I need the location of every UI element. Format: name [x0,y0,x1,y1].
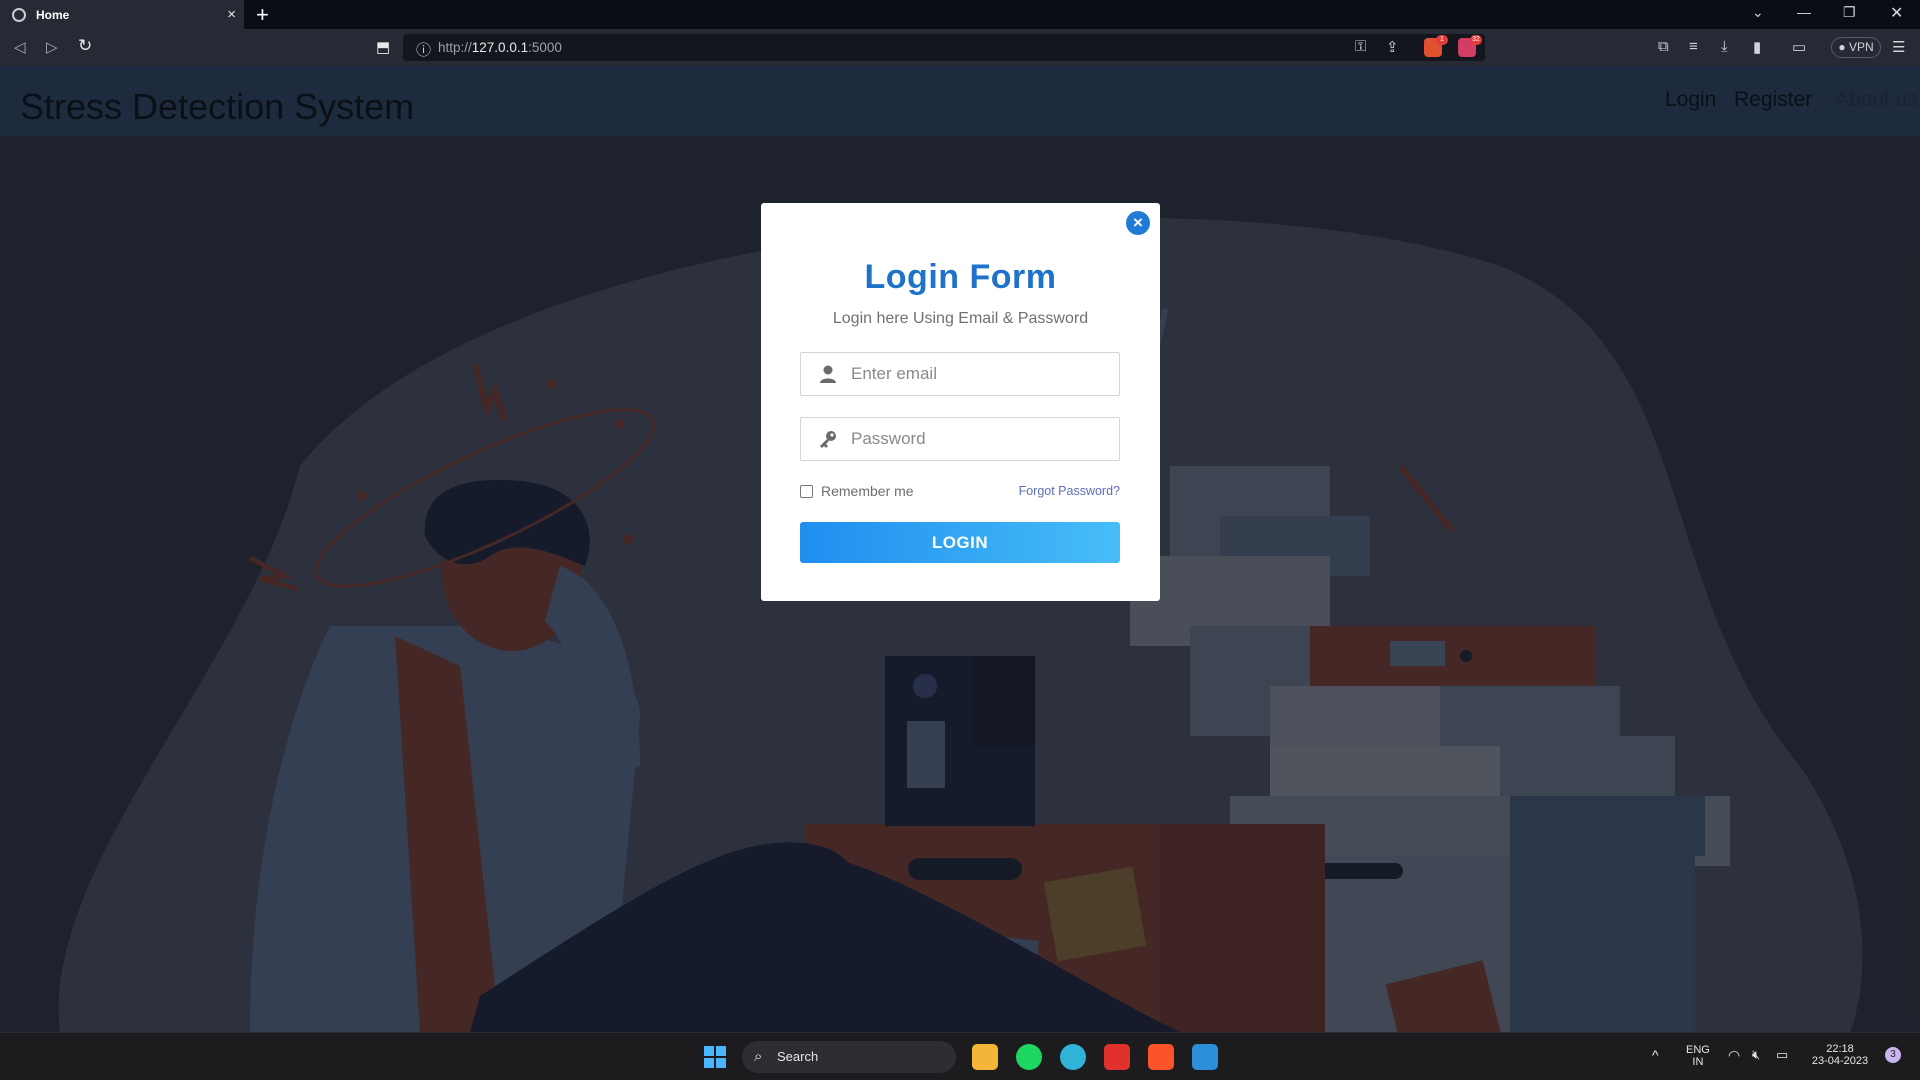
email-input[interactable] [851,361,1111,387]
minimize-icon[interactable]: — [1797,4,1811,20]
bookmark-icon[interactable]: ⬒ [376,38,390,56]
menu-icon[interactable]: ☰ [1892,38,1905,56]
login-form-title: Login Form [864,258,1057,296]
shields-badge: 1 [1436,35,1448,45]
extension-icon[interactable]: ⧉ [1658,38,1669,55]
edge-icon[interactable] [1060,1044,1086,1070]
wifi-icon[interactable]: ◠ [1728,1047,1740,1064]
password-input[interactable] [851,426,1111,452]
search-label: Search [777,1049,819,1064]
site-navbar: Stress Detection System Login Register A… [0,66,1920,136]
user-icon [820,365,836,383]
notification-badge[interactable]: 3 [1885,1047,1901,1063]
clock[interactable]: 22:18 23-04-2023 [1808,1043,1872,1067]
new-tab-button[interactable]: + [256,2,269,28]
windows-start-icon[interactable] [704,1046,726,1068]
taskbar: ⌕ Search ^ ENG IN ◠ 🔇︎ ▭ 22:18 23-04-2023 … [0,1032,1920,1080]
back-icon[interactable]: ◁ [14,38,26,56]
language-indicator[interactable]: ENG IN [1686,1044,1710,1068]
remember-checkbox[interactable] [800,484,813,498]
close-icon[interactable]: × [1126,211,1150,235]
wallet-icon[interactable]: ▭ [1792,38,1806,56]
spotify-icon[interactable] [1016,1044,1042,1070]
address-bar[interactable] [403,34,1485,61]
url-text[interactable]: http://127.0.0.1:5000 [438,40,562,55]
tab-close-icon[interactable]: × [227,6,236,23]
site-info-icon[interactable]: ⓘ [416,39,431,60]
password-field[interactable] [800,417,1120,461]
vscode-icon[interactable] [1192,1044,1218,1070]
site-brand[interactable]: Stress Detection System [20,86,414,128]
key-icon[interactable]: ⚿ [1355,38,1366,55]
wps-office-icon[interactable] [1104,1044,1130,1070]
web-page: Stress Detection System Login Register A… [0,66,1920,1032]
remember-me[interactable]: Remember me [800,483,914,499]
playlist-icon[interactable]: ≡ [1689,38,1698,55]
battery-icon[interactable]: ▭ [1776,1047,1788,1063]
reload-icon[interactable]: ↻ [78,36,92,56]
login-button[interactable]: LOGIN [800,522,1120,563]
remember-label: Remember me [821,483,914,499]
forgot-password-link[interactable]: Forgot Password? [1019,484,1120,498]
browser-tab-bar: Home × + ⌄ — ❐ ✕ [0,0,1920,29]
restore-icon[interactable]: ❐ [1843,4,1856,21]
browser-tab-home[interactable]: Home × [0,0,244,29]
rewards-badge: 32 [1470,35,1482,45]
login-modal: × Login Form Login here Using Email & Pa… [761,203,1160,601]
nav-register-link[interactable]: Register [1734,88,1812,112]
key-icon [820,431,836,448]
login-form-subtitle: Login here Using Email & Password [832,310,1089,327]
search-icon: ⌕ [754,1048,763,1065]
nav-login-link[interactable]: Login [1665,88,1716,112]
tab-title: Home [36,7,70,22]
brave-browser-icon[interactable] [1148,1044,1174,1070]
email-field[interactable] [800,352,1120,396]
taskbar-search[interactable]: ⌕ Search [742,1041,956,1073]
share-icon[interactable]: ⇪ [1386,38,1399,56]
tab-list-chevron-icon[interactable]: ⌄ [1752,4,1764,21]
forward-icon[interactable]: ▷ [46,38,58,56]
volume-muted-icon[interactable]: 🔇︎ [1752,1047,1760,1063]
window-close-icon[interactable]: ✕ [1890,3,1903,23]
download-icon[interactable]: ⤓ [1721,38,1728,55]
vpn-button[interactable]: ● VPN [1831,37,1881,58]
nav-about-link[interactable]: About us [1835,88,1918,112]
sidebar-icon[interactable]: ▮ [1753,38,1761,56]
globe-icon [12,7,26,22]
tray-chevron-icon[interactable]: ^ [1652,1047,1659,1063]
file-explorer-icon[interactable] [972,1044,998,1070]
